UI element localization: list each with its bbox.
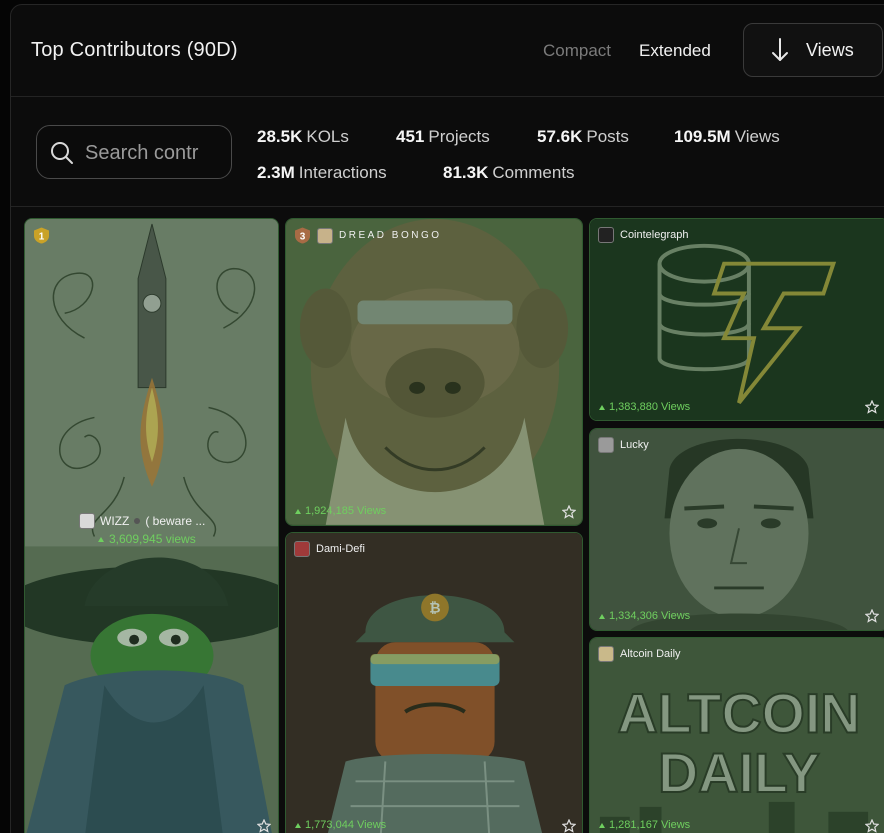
avatar [598, 227, 614, 243]
views-text: 1,383,880 Views [609, 401, 691, 413]
card-overlay [590, 429, 884, 630]
views-count: 1,383,880 Views [599, 401, 690, 413]
stat-label: Interactions [298, 163, 387, 182]
rank-1-badge-icon: 1 [34, 227, 49, 244]
card-overlay [286, 219, 582, 525]
views-count: 3,609,945 views [98, 532, 196, 546]
card-name-row: Cointelegraph [598, 227, 689, 243]
favorite-star-icon[interactable] [865, 400, 879, 414]
avatar [598, 646, 614, 662]
stat-kols: 28.5K KOLs [257, 127, 349, 147]
views-text: 1,281,167 Views [609, 819, 691, 831]
avatar [79, 513, 95, 529]
sort-by-views-button[interactable]: Views [743, 23, 883, 77]
views-count: 1,281,167 Views [599, 819, 690, 831]
trend-up-icon [295, 822, 301, 828]
card-name-row: 3 DREAD BONGO [294, 227, 442, 244]
views-text: 3,609,945 views [109, 532, 196, 546]
views-text: 1,773,044 Views [305, 819, 387, 831]
views-count: 1,773,044 Views [295, 819, 386, 831]
avatar [598, 437, 614, 453]
favorite-star-icon[interactable] [865, 819, 879, 833]
arrow-down-icon [772, 38, 788, 61]
views-count: 1,334,306 Views [599, 610, 690, 622]
stat-posts: 57.6K Posts [537, 127, 629, 147]
card-overlay [286, 533, 582, 833]
contributor-name: Cointelegraph [620, 229, 689, 241]
card-overlay [590, 219, 884, 420]
rank-number: 3 [300, 232, 306, 243]
compact-view-toggle[interactable]: Compact [543, 41, 611, 61]
stat-value: 81.3K [443, 163, 489, 182]
avatar [317, 227, 333, 244]
contributor-name: WIZZ [100, 514, 130, 528]
contributor-card-lucky[interactable]: Lucky 1,334,306 Views [589, 428, 884, 631]
search-input[interactable] [85, 140, 225, 166]
stat-views: 109.5M Views [674, 127, 780, 147]
contributor-card-cointelegraph[interactable]: Cointelegraph 1,383,880 Views [589, 218, 884, 421]
stat-interactions: 2.3M Interactions [257, 163, 387, 183]
contributor-name: DREAD BONGO [339, 230, 442, 241]
panel-header: Top Contributors (90D) Compact Extended … [11, 5, 884, 97]
rank-number: 1 [39, 232, 45, 243]
stats-bar: 28.5KKOLs 451Projects 57.6KPosts 109.5MV… [11, 97, 884, 207]
trend-up-icon [599, 404, 605, 410]
search-icon [51, 142, 73, 164]
trend-up-icon [599, 822, 605, 828]
extended-view-toggle[interactable]: Extended [639, 41, 711, 61]
badge-icon [134, 518, 141, 524]
card-overlay [590, 638, 884, 833]
contributor-card-dread-bongo[interactable]: 3 DREAD BONGO 1,924,185 Views [285, 218, 583, 526]
avatar [294, 541, 310, 557]
contributor-name-extra: ( beware ... [145, 514, 206, 528]
search-box[interactable] [36, 125, 232, 179]
contributor-card-wizz[interactable]: 1 WIZZ ( beware ... 3,609,945 views [24, 218, 279, 833]
favorite-star-icon[interactable] [562, 505, 576, 519]
card-name-row: Lucky [598, 437, 649, 453]
favorite-star-icon[interactable] [257, 819, 271, 833]
sort-label: Views [806, 40, 854, 60]
card-name-row: WIZZ ( beware ... [79, 513, 205, 529]
views-count: 1,924,185 Views [295, 505, 386, 517]
stat-value: 28.5K [257, 127, 303, 146]
favorite-star-icon[interactable] [562, 819, 576, 833]
stat-value: 57.6K [537, 127, 583, 146]
stat-value: 451 [396, 127, 425, 146]
contributor-card-altcoin-daily[interactable]: ALTCOIN DAILY Altcoin Daily 1,281,167 Vi… [589, 637, 884, 833]
page-title: Top Contributors (90D) [31, 39, 238, 61]
card-name-row: Dami-Defi [294, 541, 365, 557]
views-text: 1,924,185 Views [305, 505, 387, 517]
stat-value: 109.5M [674, 127, 731, 146]
stat-label: Views [734, 127, 780, 146]
favorite-star-icon[interactable] [865, 609, 879, 623]
views-text: 1,334,306 Views [609, 610, 691, 622]
trend-up-icon [98, 536, 104, 542]
stat-label: Posts [586, 127, 629, 146]
contributor-name: Dami-Defi [316, 543, 365, 555]
stat-label: Comments [492, 163, 575, 182]
stat-label: KOLs [306, 127, 349, 146]
contributor-card-dami-defi[interactable]: ₿ Dami-Defi 1,773,044 Views [285, 532, 583, 833]
card-name-row: Altcoin Daily [598, 646, 681, 662]
rank-3-badge-icon: 3 [295, 227, 310, 244]
stat-label: Projects [428, 127, 490, 146]
trend-up-icon [295, 508, 301, 514]
stat-value: 2.3M [257, 163, 295, 182]
trend-up-icon [599, 613, 605, 619]
contributor-name: Altcoin Daily [620, 648, 681, 660]
stat-projects: 451 Projects [396, 127, 490, 147]
stat-comments: 81.3K Comments [443, 163, 575, 183]
contributor-name: Lucky [620, 439, 649, 451]
